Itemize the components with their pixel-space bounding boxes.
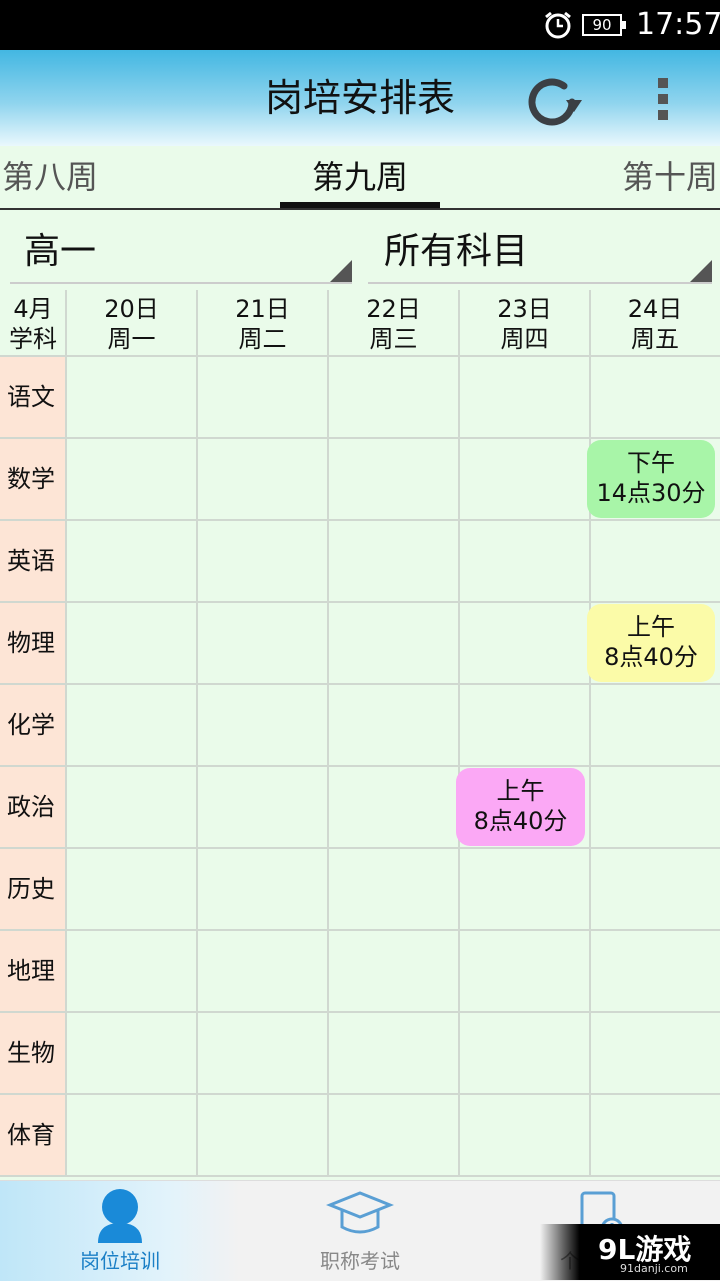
subject-value: 所有科目 xyxy=(384,231,529,272)
grid-line xyxy=(589,290,591,1176)
status-time: 17:57 xyxy=(636,7,720,42)
tab-label: 岗位培训 xyxy=(80,1249,160,1273)
day-header: 20日 周一 xyxy=(66,290,197,356)
tab-title-exam[interactable]: 职称考试 xyxy=(240,1181,480,1281)
grade-spinner[interactable]: 高一 xyxy=(10,222,352,284)
status-bar: 90 17:57 xyxy=(0,0,720,50)
table-corner: 4月 学科 xyxy=(0,290,66,356)
subject-label: 数学 xyxy=(0,438,66,520)
day-date: 22日 xyxy=(366,295,421,323)
day-date: 20日 xyxy=(104,295,159,323)
grid-line xyxy=(327,290,329,1176)
watermark: 9L游戏 91danji.com xyxy=(540,1224,720,1280)
tab-prev-week[interactable]: 第八周 xyxy=(2,146,98,206)
day-date: 23日 xyxy=(497,295,552,323)
grid-line xyxy=(0,1011,720,1013)
dropdown-arrow-icon xyxy=(690,260,712,282)
grid-line xyxy=(65,290,67,1176)
subject-label: 体育 xyxy=(0,1094,66,1176)
grid-line xyxy=(0,683,720,685)
tab-next-week[interactable]: 第十周 xyxy=(622,146,718,206)
day-weekday: 周四 xyxy=(500,325,549,353)
tab-label: 职称考试 xyxy=(320,1249,400,1273)
event-time: 8点40分 xyxy=(473,807,568,835)
tab-job-training[interactable]: 岗位培训 xyxy=(0,1181,240,1281)
event-time: 8点40分 xyxy=(604,643,698,671)
subject-label: 生物 xyxy=(0,1012,66,1094)
day-date: 21日 xyxy=(235,295,290,323)
subject-label: 物理 xyxy=(0,602,66,684)
graduation-cap-icon xyxy=(326,1191,394,1234)
filter-bar: 高一 所有科目 xyxy=(0,210,720,290)
grid-line xyxy=(0,765,720,767)
tab-current-week[interactable]: 第九周 xyxy=(280,146,440,206)
event-time: 14点30分 xyxy=(596,479,706,507)
week-tabs: 第八周 第九周 第十周 xyxy=(0,146,720,208)
event-period: 下午 xyxy=(627,449,675,477)
grade-value: 高一 xyxy=(24,231,97,272)
subject-label: 化学 xyxy=(0,684,66,766)
grid-line xyxy=(0,355,720,357)
day-weekday: 周二 xyxy=(238,325,287,353)
subject-column-label: 学科 xyxy=(9,325,57,353)
watermark-url: 91danji.com xyxy=(620,1262,688,1275)
month-label: 4月 xyxy=(13,295,53,323)
alarm-clock-icon xyxy=(545,11,571,39)
grid-line xyxy=(0,1093,720,1095)
schedule-event[interactable]: 上午 8点40分 xyxy=(587,604,715,682)
day-date: 24日 xyxy=(627,295,683,323)
day-weekday: 周五 xyxy=(631,325,679,353)
subject-spinner[interactable]: 所有科目 xyxy=(368,222,712,284)
day-weekday: 周三 xyxy=(369,325,418,353)
subject-label: 语文 xyxy=(0,356,66,438)
app-bar: 岗培安排表 xyxy=(0,50,720,146)
event-period: 上午 xyxy=(496,777,545,805)
grid-line xyxy=(196,290,198,1176)
subject-label: 英语 xyxy=(0,520,66,602)
grid-line xyxy=(0,601,720,603)
day-weekday: 周一 xyxy=(107,325,156,353)
more-vert-icon[interactable] xyxy=(648,74,678,124)
schedule-event[interactable]: 上午 8点40分 xyxy=(456,768,585,846)
grid-line xyxy=(0,929,720,931)
day-header: 21日 周二 xyxy=(197,290,328,356)
schedule-event[interactable]: 下午 14点30分 xyxy=(587,440,715,518)
grid-line xyxy=(0,519,720,521)
grid-line xyxy=(0,437,720,439)
subject-label: 政治 xyxy=(0,766,66,848)
grid-line xyxy=(0,847,720,849)
day-header: 22日 周三 xyxy=(328,290,459,356)
subject-label: 历史 xyxy=(0,848,66,930)
person-icon xyxy=(98,1189,142,1243)
page-title: 岗培安排表 xyxy=(264,76,455,120)
subject-label: 地理 xyxy=(0,930,66,1012)
day-header: 23日 周四 xyxy=(459,290,590,356)
grid-line xyxy=(0,1175,720,1177)
refresh-icon[interactable] xyxy=(520,70,584,134)
event-period: 上午 xyxy=(627,613,675,641)
battery-indicator: 90 xyxy=(582,14,626,36)
day-header: 24日 周五 xyxy=(590,290,720,356)
dropdown-arrow-icon xyxy=(330,260,352,282)
grid-line xyxy=(458,290,460,1176)
